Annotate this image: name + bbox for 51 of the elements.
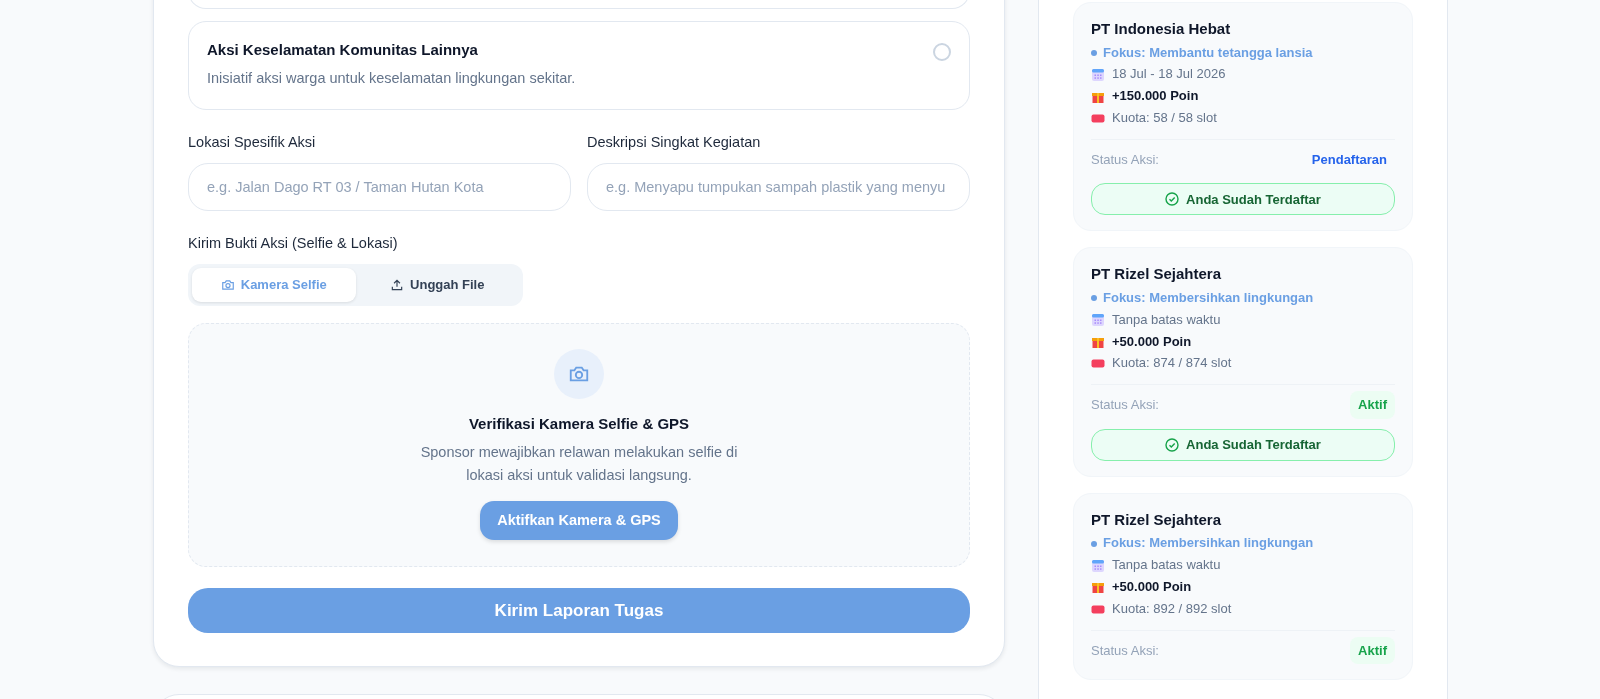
option-card[interactable]: Aksi Keselamatan Komunitas Lainnya Inisiatif aksi warga untuk keselamatan lingkungan sekitar. xyxy=(188,21,970,111)
bullet-icon xyxy=(1091,540,1097,547)
camera-icon xyxy=(220,277,235,292)
field-label: Deskripsi Singkat Kegiatan xyxy=(587,133,762,153)
radio-button[interactable] xyxy=(933,43,951,61)
check-circle-icon xyxy=(1165,192,1180,207)
camera-icon xyxy=(554,348,604,399)
quota-text: Kuota: 892 / 892 slot xyxy=(1112,599,1232,618)
date-text: Tanpa batas waktu xyxy=(1112,310,1221,329)
field-label: Kirim Bukti Aksi (Selfie & Lokasi) xyxy=(188,234,399,253)
calendar-icon xyxy=(1091,313,1105,328)
sponsor-name: PT Rizel Sejahtera xyxy=(1091,264,1223,284)
upload-icon xyxy=(390,277,405,292)
focus-text: Fokus: Membantu tetangga lansia xyxy=(1103,43,1313,62)
calendar-icon xyxy=(1091,558,1105,573)
ticket-icon xyxy=(1091,113,1105,123)
ticket-icon xyxy=(1091,359,1105,369)
date-text: Tanpa batas waktu xyxy=(1112,556,1221,575)
points-text: +150.000 Poin xyxy=(1112,87,1199,106)
input-field[interactable]: e.g. Menyapu tumpukan sampah plastik yang menyu xyxy=(587,163,970,211)
status-label: Status Aksi: xyxy=(1091,641,1159,660)
option-description: Inisiatif aksi warga untuk keselamatan lingkungan sekitar. xyxy=(207,68,576,88)
points-text: +50.000 Poin xyxy=(1112,577,1192,596)
sponsor-name: PT Rizel Sejahtera xyxy=(1091,509,1223,530)
focus-text: Fokus: Membersihkan lingkungan xyxy=(1103,288,1314,307)
option-title: Aksi Keselamatan Komunitas Lainnya xyxy=(207,40,479,60)
date-text: 18 Jul - 18 Jul 2026 xyxy=(1112,65,1226,84)
calendar-icon xyxy=(1091,67,1105,82)
bullet-icon xyxy=(1091,295,1097,302)
sponsor-name: PT Indonesia Hebat xyxy=(1091,19,1232,39)
input-field[interactable]: e.g. Jalan Dago RT 03 / Taman Hutan Kota xyxy=(188,163,571,211)
registered-button[interactable]: Anda Sudah Terdaftar xyxy=(1091,428,1395,461)
status-text: Pendaftaran xyxy=(1310,150,1388,169)
tab[interactable]: Unggah File xyxy=(355,267,519,302)
quota-text: Kuota: 874 / 874 slot xyxy=(1112,354,1232,373)
status-text: Aktif xyxy=(1350,391,1395,419)
status-label: Status Aksi: xyxy=(1091,396,1159,415)
bullet-icon xyxy=(1091,49,1097,56)
field-label: Lokasi Spesifik Aksi xyxy=(188,133,317,153)
status-label: Status Aksi: xyxy=(1091,150,1159,169)
registered-button[interactable]: Anda Sudah Terdaftar xyxy=(1091,183,1395,216)
gift-icon xyxy=(1091,580,1105,595)
check-circle-icon xyxy=(1165,437,1180,452)
gift-icon xyxy=(1091,335,1105,349)
points-text: +50.000 Poin xyxy=(1112,332,1192,351)
focus-text: Fokus: Membersihkan lingkungan xyxy=(1103,534,1314,553)
quota-text: Kuota: 58 / 58 slot xyxy=(1112,109,1217,128)
panel-description: Sponsor mewajibkan relawan melakukan selfie di lokasi aksi untuk validasi langsung. xyxy=(419,443,739,486)
panel-title: Verifikasi Kamera Selfie & GPS xyxy=(467,413,691,434)
ticket-icon xyxy=(1091,604,1105,614)
status-text: Aktif xyxy=(1350,636,1395,665)
